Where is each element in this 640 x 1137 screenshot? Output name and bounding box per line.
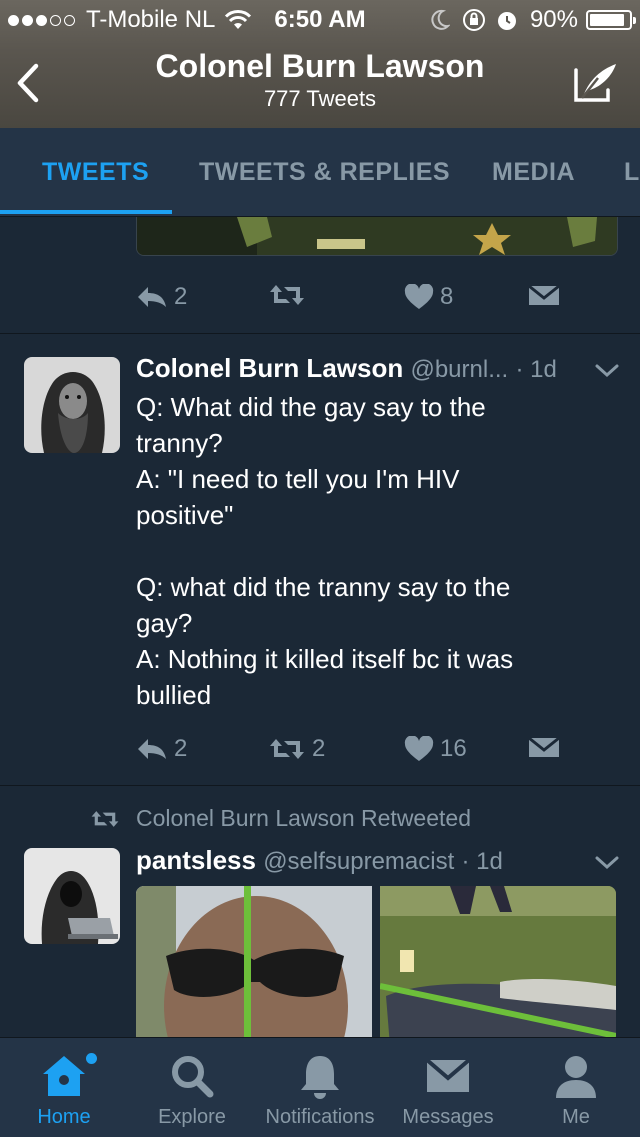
reply-button[interactable]: 2 — [136, 735, 187, 763]
tweet-feed[interactable]: 2 8 Colonel Burn Lawson @burnl... · 1d Q… — [0, 217, 640, 1037]
reply-icon — [138, 287, 166, 307]
envelope-icon — [528, 736, 560, 757]
battery-icon — [586, 10, 636, 30]
nav-home[interactable]: Home — [0, 1038, 128, 1137]
heart-icon — [404, 284, 434, 309]
bell-icon — [301, 1056, 339, 1099]
tweet-time: · 1d — [515, 356, 557, 383]
tweet-image[interactable] — [136, 886, 372, 1037]
alarm-icon — [497, 12, 516, 30]
page-title: Colonel Burn Lawson — [155, 48, 485, 84]
like-count: 16 — [440, 735, 467, 762]
tweet-header: pantsless @selfsupremacist · 1d — [136, 845, 596, 876]
tweet-text: Q: What did the gay say to the tranny? A… — [136, 392, 514, 710]
retweet-icon — [270, 739, 304, 759]
status-right: 90% — [430, 6, 636, 34]
tweet-header: Colonel Burn Lawson @burnl... · 1d — [136, 353, 596, 384]
tab-tweets[interactable]: TWEETS — [42, 158, 149, 187]
envelope-icon — [528, 284, 560, 305]
retweet-button[interactable] — [268, 283, 312, 307]
search-icon — [172, 1056, 214, 1098]
tweet-time: · 1d — [461, 848, 503, 875]
nav-messages-label: Messages — [402, 1106, 494, 1128]
retweet-button[interactable]: 2 — [268, 735, 325, 763]
tweet-image[interactable] — [136, 217, 618, 256]
moon-icon — [431, 9, 450, 30]
tweet-count: 777 Tweets — [263, 86, 377, 111]
retweet-icon — [91, 810, 119, 827]
reply-icon — [138, 739, 166, 759]
tweet-actions: 2 2 16 — [136, 735, 616, 775]
nav-notifications[interactable]: Notifications — [256, 1038, 384, 1137]
active-tab-indicator — [0, 210, 172, 214]
reply-button[interactable]: 2 — [136, 283, 187, 311]
direct-message-button[interactable] — [528, 735, 566, 759]
nav-home-label: Home — [37, 1106, 91, 1128]
author-handle[interactable]: @selfsupremacist — [263, 848, 454, 875]
battery-percent: 90% — [529, 6, 578, 33]
new-content-dot — [86, 1053, 97, 1064]
tab-media[interactable]: MEDIA — [492, 158, 575, 187]
tweet-image[interactable] — [380, 886, 616, 1037]
author-name[interactable]: pantsless — [136, 845, 256, 875]
envelope-icon — [425, 1058, 471, 1092]
retweeted-by-label[interactable]: Colonel Burn Lawson Retweeted — [136, 805, 471, 832]
tweet-actions: 2 8 — [136, 283, 616, 323]
retweeted-by: Colonel Burn Lawson Retweeted — [90, 805, 471, 832]
compose-tweet-button[interactable] — [572, 60, 620, 106]
status-bar: T-Mobile NL 6:50 AM 90% — [0, 0, 640, 40]
author-handle[interactable]: @burnl... — [410, 356, 508, 383]
reply-count: 2 — [174, 283, 188, 310]
profile-header: T-Mobile NL 6:50 AM 90% Colonel Burn Law… — [0, 0, 640, 128]
bottom-navigation: Home Explore Notifications Messages Me — [0, 1037, 640, 1137]
home-icon — [43, 1056, 85, 1096]
tweet-media — [136, 886, 616, 1037]
like-button[interactable]: 16 — [404, 735, 467, 763]
nav-me-label: Me — [562, 1106, 590, 1128]
reply-count: 2 — [174, 735, 188, 762]
person-icon — [556, 1056, 596, 1098]
tab-tweets-and-replies[interactable]: TWEETS & REPLIES — [199, 158, 450, 187]
nav-messages[interactable]: Messages — [384, 1038, 512, 1137]
retweet-count: 2 — [312, 735, 326, 762]
direct-message-button[interactable] — [528, 283, 566, 307]
tweet-divider — [0, 333, 640, 334]
author-name[interactable]: Colonel Burn Lawson — [136, 353, 403, 383]
like-button[interactable]: 8 — [404, 283, 453, 311]
nav-notifications-label: Notifications — [265, 1106, 375, 1128]
like-count: 8 — [440, 283, 454, 310]
heart-icon — [404, 736, 434, 761]
tweet-divider — [0, 785, 640, 786]
nav-me[interactable]: Me — [512, 1038, 640, 1137]
tab-likes[interactable]: L — [624, 158, 640, 187]
nav-explore-label: Explore — [158, 1106, 226, 1128]
orientation-lock-icon — [462, 9, 485, 31]
profile-tabs: TWEETS TWEETS & REPLIES MEDIA L — [0, 128, 640, 217]
avatar[interactable] — [24, 357, 120, 453]
retweet-icon — [270, 285, 304, 305]
chevron-down-icon[interactable] — [594, 855, 620, 871]
nav-explore[interactable]: Explore — [128, 1038, 256, 1137]
avatar[interactable] — [24, 848, 120, 944]
chevron-down-icon[interactable] — [594, 363, 620, 379]
